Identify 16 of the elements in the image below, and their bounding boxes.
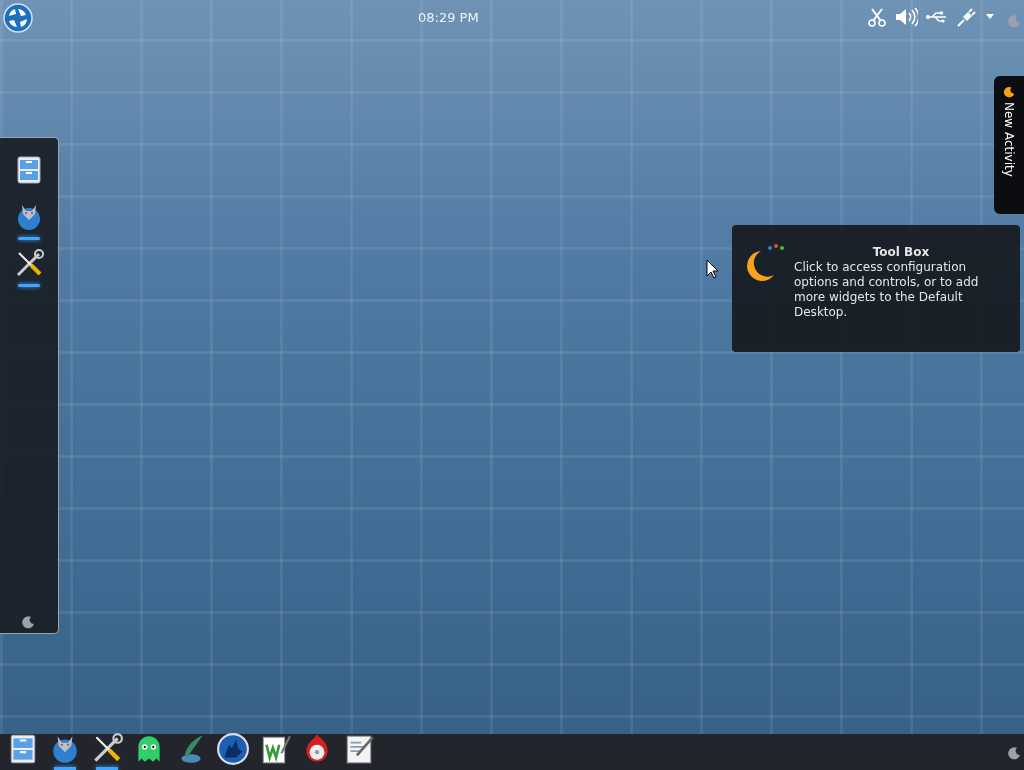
caret-icon[interactable] <box>986 14 994 20</box>
speaker-icon[interactable] <box>894 7 918 27</box>
activity-tab[interactable]: New Activity <box>994 76 1024 214</box>
activity-tab-label: New Activity <box>1001 102 1017 177</box>
plug-icon[interactable] <box>956 6 978 28</box>
launcher-icon[interactable] <box>3 3 33 33</box>
cashew-icon[interactable] <box>1006 744 1022 760</box>
cashew-icon[interactable] <box>20 613 36 629</box>
cashew-icon <box>1002 84 1016 98</box>
tooltip-text: Click to access configuration options and controls, or to add more widgets to the Default Desktop. <box>794 260 980 320</box>
mouse-cursor-icon <box>706 259 719 279</box>
tooltip-title: Tool Box <box>871 245 931 260</box>
toolbox-logo-icon <box>746 243 786 283</box>
usb-icon[interactable] <box>926 10 948 24</box>
scissors-icon[interactable] <box>868 7 886 27</box>
wolf-globe-icon[interactable] <box>216 732 250 766</box>
